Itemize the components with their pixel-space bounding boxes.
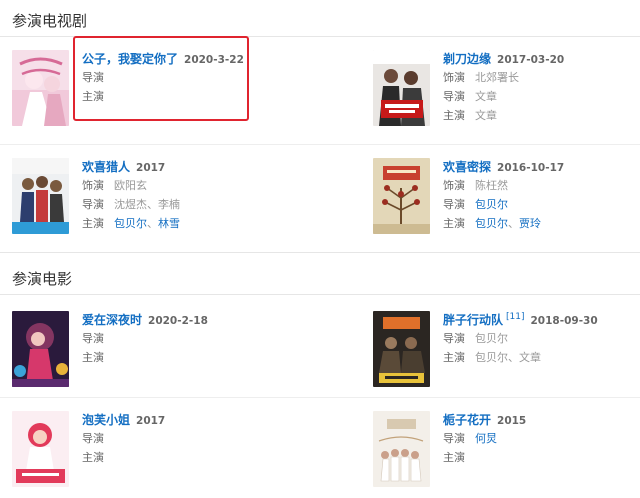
film-card-2: 胖子行动队 [11] 2018-09-30 导演 包贝尔 主演 包贝尔、文章	[373, 311, 640, 391]
name-separator: 、	[147, 217, 158, 230]
lead-link[interactable]: 包贝尔	[114, 217, 147, 230]
director-row: 导演 文章	[443, 87, 564, 106]
director-row: 导演 沈煜杰、李楠	[82, 195, 180, 214]
tv-title[interactable]: 欢喜猎人	[82, 160, 130, 174]
citation-link[interactable]: [11]	[506, 312, 524, 322]
film-date: 2015	[497, 415, 527, 427]
lead-value: 包贝尔、文章	[475, 351, 541, 364]
director-row: 导演	[82, 429, 165, 448]
lead-link[interactable]: 林雪	[158, 217, 180, 230]
section-title-tv: 参演电视剧	[12, 12, 88, 30]
lead-label: 主演	[443, 109, 465, 122]
film-card-3: 泡芙小姐 2017 导演 主演	[12, 411, 312, 491]
lead-label: 主演	[443, 451, 465, 464]
director-row: 导演	[82, 329, 208, 348]
poster-image[interactable]	[12, 311, 69, 387]
director-row: 导演 包贝尔	[443, 195, 564, 214]
lead-row: 主演	[443, 448, 526, 467]
actor-row: 饰演 欧阳玄	[82, 176, 180, 195]
section-divider	[0, 252, 640, 253]
director-value: 文章	[475, 90, 497, 103]
highlight-annotation-box	[73, 36, 249, 121]
lead-row: 主演 包贝尔、文章	[443, 348, 598, 367]
tv-card-2: 剃刀边缘 2017-03-20 饰演 北郊署长 导演 文章 主演 文章	[373, 50, 640, 130]
tv-card-3: 欢喜猎人 2017 饰演 欧阳玄 导演 沈煜杰、李楠 主演 包贝尔、林雪	[12, 158, 312, 238]
lead-label: 主演	[82, 351, 104, 364]
director-label: 导演	[82, 332, 104, 345]
film-title[interactable]: 栀子花开	[443, 413, 491, 427]
actor-label: 饰演	[443, 179, 465, 192]
director-label: 导演	[443, 332, 465, 345]
director-label: 导演	[443, 198, 465, 211]
lead-row: 主演	[82, 448, 165, 467]
actor-row: 饰演 北郊署长	[443, 68, 564, 87]
lead-label: 主演	[82, 217, 104, 230]
tv-date: 2017-03-20	[497, 54, 565, 66]
director-label: 导演	[82, 432, 104, 445]
tv-date: 2017	[136, 162, 166, 174]
lead-row: 主演 文章	[443, 106, 564, 125]
actor-label: 饰演	[443, 71, 465, 84]
tv-date: 2016-10-17	[497, 162, 565, 174]
tv-title[interactable]: 剃刀边缘	[443, 52, 491, 66]
lead-label: 主演	[443, 351, 465, 364]
actor-label: 饰演	[82, 179, 104, 192]
film-date: 2018-09-30	[530, 315, 598, 327]
film-title[interactable]: 胖子行动队	[443, 313, 503, 327]
poster-image[interactable]	[373, 411, 430, 487]
film-card-1: 爱在深夜时 2020-2-18 导演 主演	[12, 311, 312, 391]
tv-card-4: 欢喜密探 2016-10-17 饰演 陈枉然 导演 包贝尔 主演 包贝尔、贾玲	[373, 158, 640, 238]
director-link[interactable]: 包贝尔	[475, 198, 508, 211]
lead-link[interactable]: 包贝尔	[475, 217, 508, 230]
lead-row: 主演	[82, 348, 208, 367]
lead-link[interactable]: 贾玲	[519, 217, 541, 230]
director-value: 包贝尔	[475, 332, 508, 345]
actor-value: 北郊署长	[475, 71, 519, 84]
director-link[interactable]: 何炅	[475, 432, 497, 445]
film-date: 2017	[136, 415, 166, 427]
film-date: 2020-2-18	[148, 315, 208, 327]
poster-image[interactable]	[373, 50, 430, 126]
director-label: 导演	[82, 198, 104, 211]
poster-image[interactable]	[12, 50, 69, 126]
director-value: 沈煜杰、李楠	[114, 198, 180, 211]
actor-row: 饰演 陈枉然	[443, 176, 564, 195]
director-row: 导演 何炅	[443, 429, 526, 448]
actor-value: 陈枉然	[475, 179, 508, 192]
row-separator	[0, 397, 640, 398]
lead-label: 主演	[82, 451, 104, 464]
lead-label: 主演	[443, 217, 465, 230]
section-divider	[0, 294, 640, 295]
film-title[interactable]: 泡芙小姐	[82, 413, 130, 427]
poster-image[interactable]	[373, 311, 430, 387]
row-separator	[0, 144, 640, 145]
section-title-film: 参演电影	[12, 270, 73, 288]
lead-row: 主演 包贝尔、贾玲	[443, 214, 564, 233]
film-card-4: 栀子花开 2015 导演 何炅 主演	[373, 411, 640, 491]
poster-image[interactable]	[12, 158, 69, 234]
director-row: 导演 包贝尔	[443, 329, 598, 348]
film-title[interactable]: 爱在深夜时	[82, 313, 142, 327]
director-label: 导演	[443, 90, 465, 103]
poster-image[interactable]	[373, 158, 430, 234]
actor-value: 欧阳玄	[114, 179, 147, 192]
poster-image[interactable]	[12, 411, 69, 487]
lead-row: 主演 包贝尔、林雪	[82, 214, 180, 233]
tv-title[interactable]: 欢喜密探	[443, 160, 491, 174]
director-label: 导演	[443, 432, 465, 445]
name-separator: 、	[508, 217, 519, 230]
lead-value: 文章	[475, 109, 497, 122]
